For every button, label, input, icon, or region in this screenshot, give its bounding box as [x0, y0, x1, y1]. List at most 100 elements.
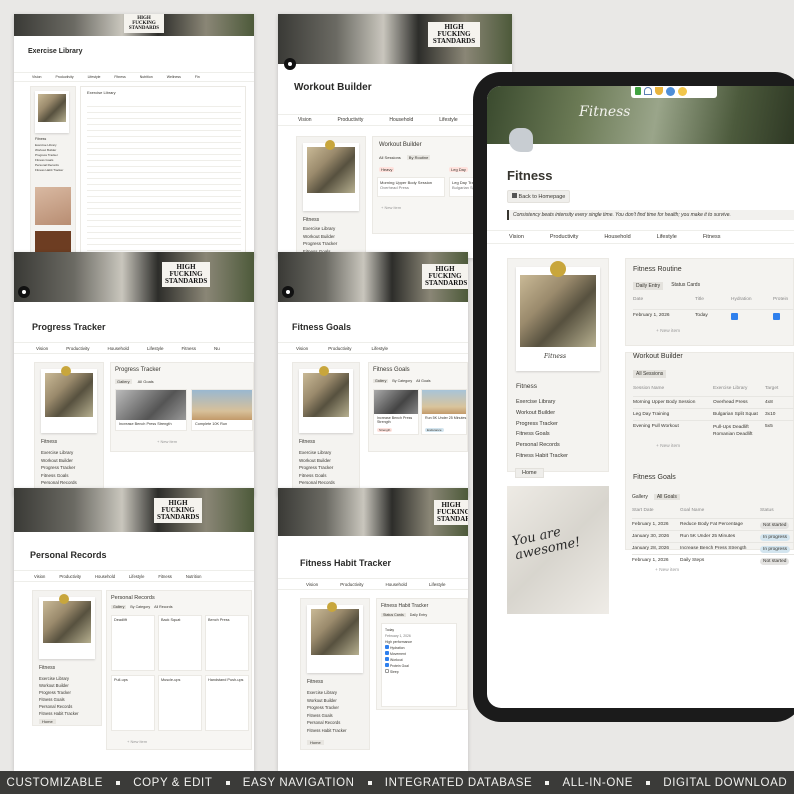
new-item-button[interactable]: + New item — [656, 444, 680, 449]
gallery-card[interactable]: Complete 10K Run — [191, 389, 253, 431]
tab-status-cards[interactable]: Status Cards — [381, 613, 406, 617]
sidebar-item[interactable]: Exercise Library — [39, 675, 79, 682]
tab-all-sessions[interactable]: All Sessions — [379, 155, 401, 160]
tab-all-sessions[interactable]: All Sessions — [633, 370, 667, 378]
table-row[interactable]: January 30, 2026 Run 5K Under 25 Minutes I… — [632, 530, 794, 542]
nav-lifestyle[interactable]: Lifestyle — [657, 234, 677, 240]
nav-vision[interactable]: Vision — [298, 117, 312, 123]
tab-gallery[interactable]: Gallery — [373, 379, 389, 383]
sidebar-item-habit-tracker[interactable]: Fitness Habit Tracker — [516, 451, 568, 462]
sidebar-item[interactable]: Workout Builder — [299, 457, 335, 465]
nav-fitness[interactable]: Fitness — [158, 574, 172, 579]
nav-productivity[interactable]: Productivity — [55, 75, 73, 79]
tab-by-category[interactable]: By Category — [392, 379, 412, 383]
sidebar-item[interactable]: Personal Records — [39, 703, 79, 710]
nav-productivity[interactable]: Productivity — [338, 117, 364, 123]
nav-productivity[interactable]: Productivity — [328, 346, 351, 351]
table-row[interactable]: February 1, 2026 Daily Steps Not started — [632, 554, 794, 566]
nav-nutrition[interactable]: Nu — [214, 346, 220, 351]
sidebar-item[interactable]: Exercise Library — [41, 449, 77, 457]
nav-lifestyle[interactable]: Lifestyle — [429, 582, 446, 587]
back-to-homepage-button[interactable]: Back to Homepage — [507, 190, 571, 203]
board-card[interactable]: Morning Upper Body Session Overhead Pres… — [377, 177, 445, 197]
table-row[interactable]: Evening Pull Workout Pull-Ups Deadlift R… — [633, 420, 794, 440]
sidebar-item[interactable]: Progress Tracker — [303, 240, 337, 248]
nav-vision[interactable]: Vision — [509, 234, 524, 240]
sidebar-item[interactable]: Progress Tracker — [299, 464, 335, 472]
sidebar-item[interactable]: Fitness Goals — [307, 712, 347, 720]
new-item-button[interactable]: + New item — [656, 329, 680, 334]
home-button[interactable]: Home — [39, 719, 56, 724]
hydration-checkbox[interactable] — [731, 313, 773, 322]
nav-lifestyle[interactable]: Lifestyle — [439, 117, 457, 123]
nav-productivity[interactable]: Productivity — [59, 574, 81, 579]
sidebar-item[interactable]: Workout Builder — [41, 457, 77, 465]
tab-by-category[interactable]: By Category — [130, 605, 150, 609]
nav-fitness[interactable]: Fitness — [703, 234, 721, 240]
tab-all-goals[interactable]: All Goals — [138, 379, 154, 384]
nav-household[interactable]: Household — [95, 574, 115, 579]
table-row[interactable]: February 1, 2026 Today — [633, 309, 794, 322]
sidebar-item[interactable]: Personal Records — [41, 479, 77, 487]
sidebar-item-exercise-library[interactable]: Exercise Library — [516, 397, 568, 408]
new-item-button[interactable]: + New item — [157, 439, 177, 444]
tab-daily-entry[interactable]: Daily Entry — [410, 613, 427, 617]
nav-vision[interactable]: Vision — [306, 582, 318, 587]
sidebar-item[interactable]: Workout Builder — [307, 697, 347, 705]
tab-by-routine[interactable]: By Routine — [406, 155, 431, 160]
sidebar-item-progress-tracker[interactable]: Progress Tracker — [516, 419, 568, 430]
record-card[interactable]: Back Squat — [158, 615, 202, 671]
tab-gallery[interactable]: Gallery — [111, 605, 127, 609]
tab-gallery[interactable]: Gallery — [632, 494, 648, 500]
nav-household[interactable]: Household — [604, 234, 630, 240]
sidebar-item[interactable]: Fitness Habit Tracker — [35, 168, 63, 173]
sidebar-item[interactable]: Workout Builder — [303, 233, 337, 241]
new-item-button[interactable]: + New item — [127, 739, 147, 744]
nav-fitness[interactable]: Fitness — [181, 346, 196, 351]
sidebar-item[interactable]: Fitness Habit Tracker — [39, 710, 79, 717]
record-card[interactable]: Bench Press — [205, 615, 249, 671]
tab-all-goals[interactable]: All Goals — [416, 379, 430, 383]
sidebar-item[interactable]: Workout Builder — [39, 682, 79, 689]
nav-productivity[interactable]: Productivity — [340, 582, 363, 587]
nav-nutrition[interactable]: Nutrition — [186, 574, 202, 579]
nav-productivity[interactable]: Productivity — [550, 234, 578, 240]
home-button[interactable]: Home — [307, 740, 324, 745]
gallery-card[interactable]: Increase Bench Press Strength — [115, 389, 187, 431]
protein-checkbox[interactable] — [773, 313, 780, 322]
sidebar-item[interactable]: Fitness Goals — [41, 472, 77, 480]
home-button[interactable]: Home — [515, 468, 544, 478]
sidebar-item-fitness-goals[interactable]: Fitness Goals — [516, 429, 568, 440]
nav-nutrition[interactable]: Nutrition — [140, 75, 153, 79]
gallery-card[interactable]: Increase Bench Press Strength Strength — [373, 389, 419, 435]
nav-productivity[interactable]: Productivity — [66, 346, 89, 351]
check-row[interactable]: Sleep — [385, 669, 453, 675]
nav-household[interactable]: Household — [389, 117, 413, 123]
record-card[interactable]: Deadlift — [111, 615, 155, 671]
sidebar-item[interactable]: Progress Tracker — [307, 704, 347, 712]
nav-vision[interactable]: Vision — [36, 346, 48, 351]
record-card[interactable]: Handstand Push-ups — [205, 675, 249, 731]
nav-lifestyle[interactable]: Lifestyle — [88, 75, 101, 79]
sidebar-item[interactable]: Fitness Goals — [39, 696, 79, 703]
sidebar-item[interactable]: Fitness Habit Tracker — [307, 727, 347, 735]
sidebar-item-workout-builder[interactable]: Workout Builder — [516, 408, 568, 419]
sidebar-item[interactable]: Personal Records — [307, 719, 347, 727]
tab-gallery[interactable]: Gallery — [115, 379, 132, 384]
habit-card[interactable]: Today February 1, 2026 High performance … — [381, 623, 457, 707]
nav-vision[interactable]: Vision — [32, 75, 41, 79]
sidebar-item[interactable]: Exercise Library — [307, 689, 347, 697]
nav-lifestyle[interactable]: Lifestyle — [147, 346, 164, 351]
nav-vision[interactable]: Vision — [34, 574, 45, 579]
tab-all-records[interactable]: All Records — [154, 605, 172, 609]
sidebar-item-personal-records[interactable]: Personal Records — [516, 440, 568, 451]
sidebar-item[interactable]: Exercise Library — [299, 449, 335, 457]
record-card[interactable]: Pull-ups — [111, 675, 155, 731]
new-item-button[interactable]: + New item — [381, 205, 401, 210]
table-row[interactable]: January 28, 2026 Increase Bench Press Str… — [632, 542, 794, 554]
gallery-card[interactable]: Run 5K Under 25 Minutes Endurance — [421, 389, 467, 435]
table-row[interactable]: Morning Upper Body Session Overhead Pres… — [633, 396, 794, 408]
table-row[interactable]: February 1, 2026 Reduce Body Fat Percenta… — [632, 518, 794, 530]
nav-wellness[interactable]: Wellness — [167, 75, 181, 79]
table-row[interactable]: Leg Day Training Bulgarian Split Squat 3… — [633, 408, 794, 420]
